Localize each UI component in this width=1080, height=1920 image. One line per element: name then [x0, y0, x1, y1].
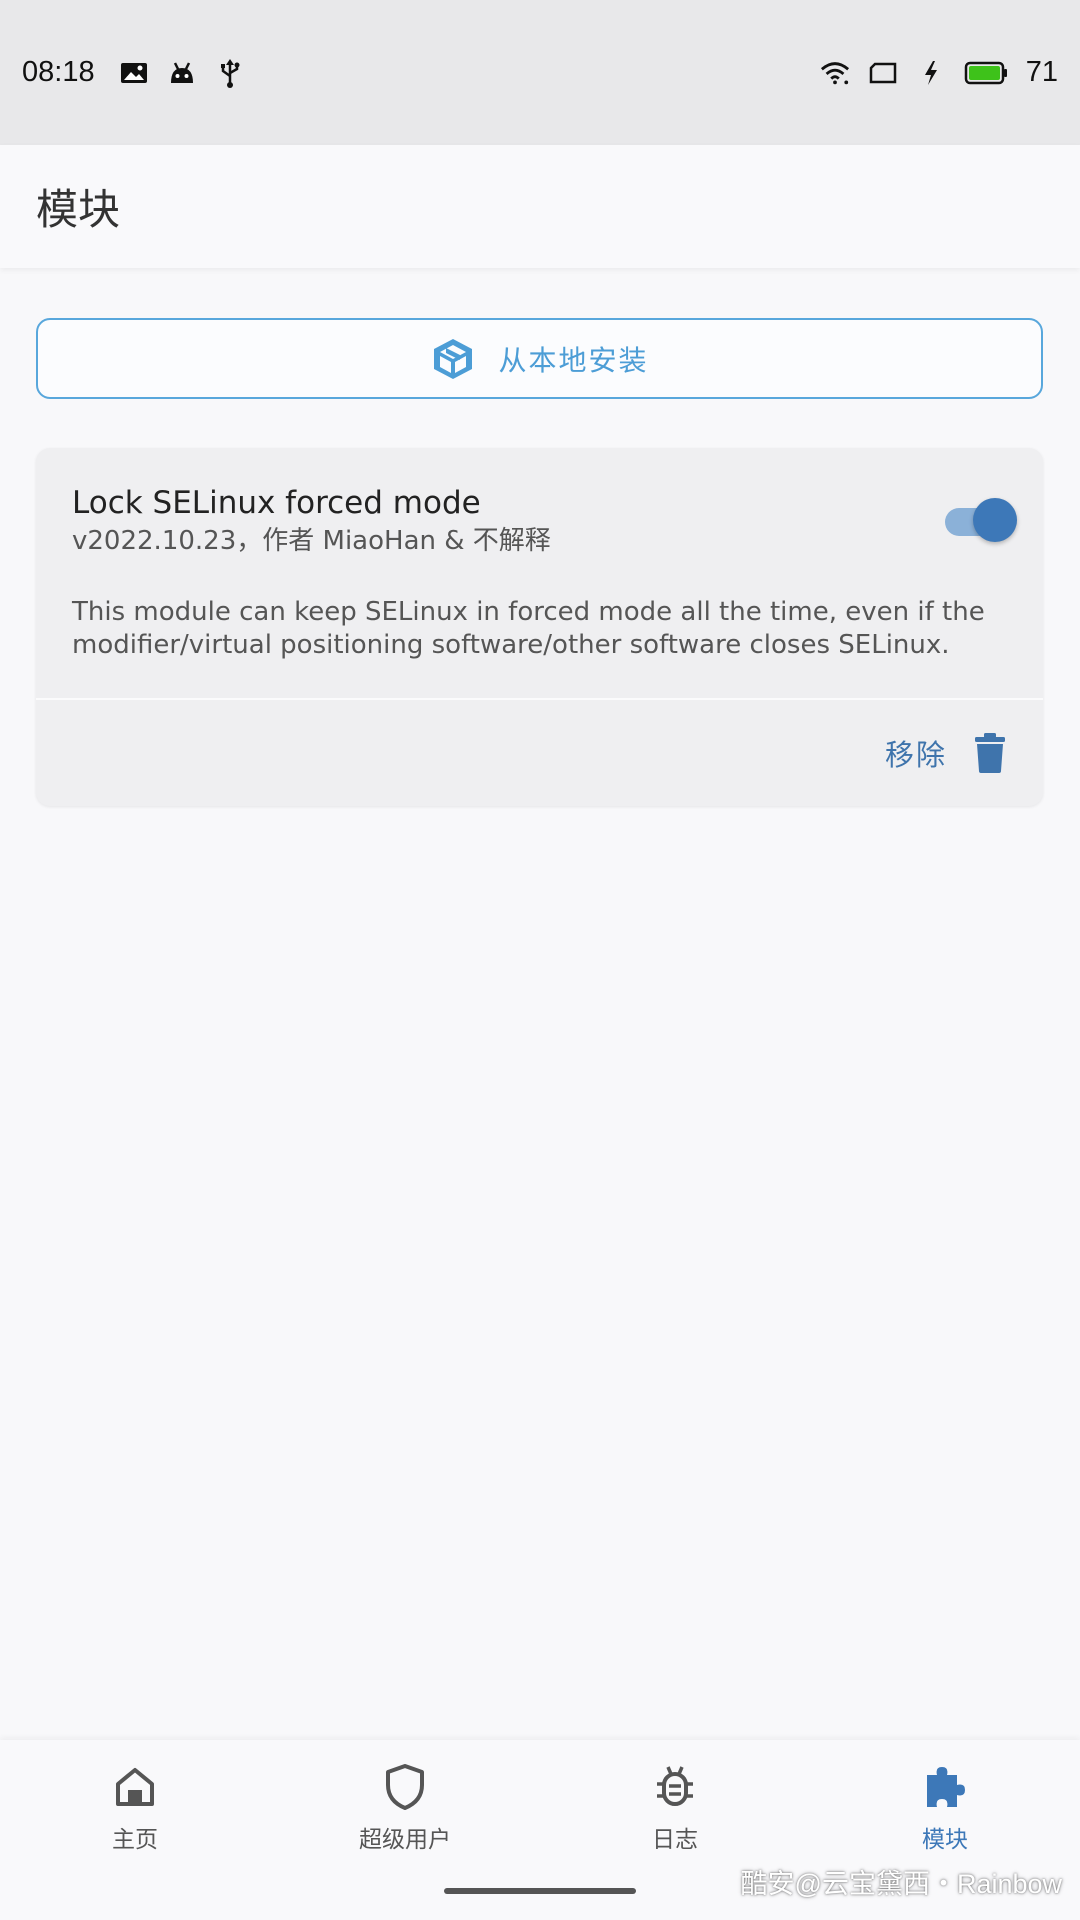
status-time: 08:18	[22, 56, 95, 88]
top-app-bar: 模块	[0, 145, 1080, 268]
module-actions: 移除	[36, 700, 1043, 806]
nav-label-superuser: 超级用户	[359, 1827, 451, 1853]
status-bar-left: 08:18	[22, 56, 245, 89]
home-icon	[111, 1762, 159, 1812]
nav-label-modules: 模块	[922, 1827, 968, 1853]
nav-item-logs[interactable]: 日志	[575, 1762, 775, 1872]
module-name: Lock SELinux forced mode	[72, 485, 481, 521]
battery-level: 71	[1025, 56, 1058, 88]
bug-icon	[651, 1762, 699, 1812]
package-icon	[430, 336, 476, 382]
status-bar-right: 71	[820, 56, 1058, 89]
nav-label-logs: 日志	[652, 1827, 698, 1853]
watermark: 酷安@云宝黛西・Rainbow	[740, 1869, 1062, 1899]
home-indicator[interactable]	[444, 1888, 636, 1894]
charging-icon	[916, 58, 946, 88]
battery-icon	[964, 58, 1008, 88]
trash-icon[interactable]	[973, 732, 1007, 774]
module-card-body: Lock SELinux forced mode v2022.10.23，作者 …	[36, 448, 1043, 698]
remove-button[interactable]: 移除	[885, 732, 947, 774]
nav-item-modules[interactable]: 模块	[845, 1762, 1045, 1872]
screen-icon	[868, 58, 898, 88]
status-bar: 08:18 71	[0, 0, 1080, 145]
module-enable-toggle[interactable]	[945, 498, 1017, 542]
usb-icon	[215, 58, 245, 88]
puzzle-icon	[921, 1762, 969, 1812]
module-card: Lock SELinux forced mode v2022.10.23，作者 …	[36, 448, 1043, 806]
wifi-icon	[820, 58, 850, 88]
install-from-local-button[interactable]: 从本地安装	[36, 318, 1043, 399]
android-icon	[167, 58, 197, 88]
nav-label-home: 主页	[112, 1827, 158, 1853]
shield-icon	[381, 1762, 429, 1812]
toggle-thumb	[973, 498, 1017, 542]
nav-item-superuser[interactable]: 超级用户	[305, 1762, 505, 1872]
page-title: 模块	[36, 185, 121, 234]
module-version-author: v2022.10.23，作者 MiaoHan & 不解释	[72, 526, 551, 556]
gallery-icon	[119, 58, 149, 88]
nav-item-home[interactable]: 主页	[35, 1762, 235, 1872]
module-description: This module can keep SELinux in forced m…	[72, 597, 985, 660]
install-button-label: 从本地安装	[498, 343, 649, 377]
